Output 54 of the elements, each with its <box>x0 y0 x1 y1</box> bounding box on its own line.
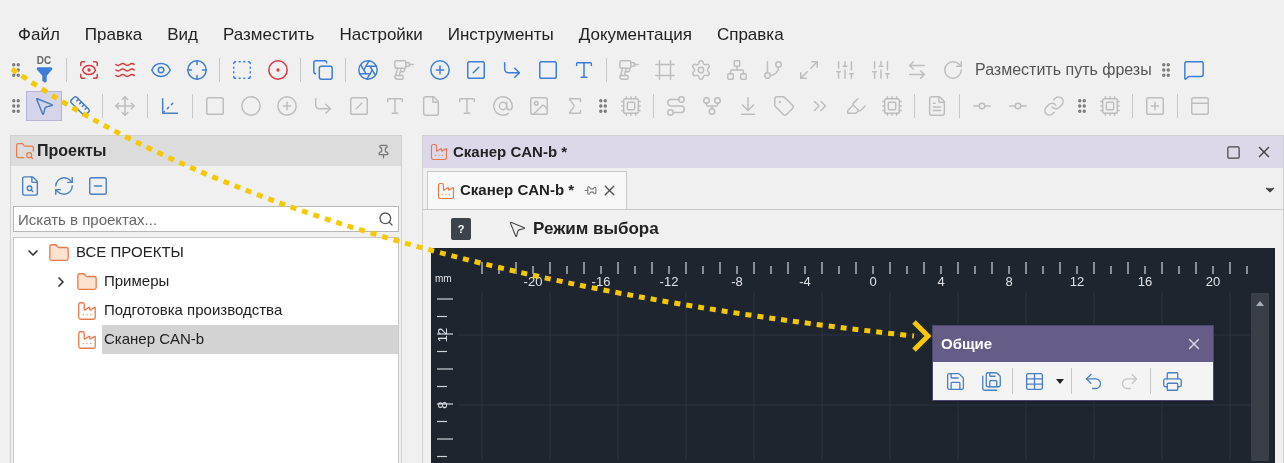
file-search-icon[interactable] <box>19 175 41 197</box>
pointer-icon <box>507 219 527 239</box>
tab-label: Сканер CAN-b * <box>460 180 575 201</box>
unit-label: mm <box>435 273 452 284</box>
ruler-label: 12 <box>1069 274 1085 289</box>
ruler-label: -8 <box>731 274 743 289</box>
factory-icon <box>429 142 449 162</box>
help-icon[interactable]: ? <box>451 218 471 240</box>
ruler-label: -4 <box>799 274 811 289</box>
ruler-label: 20 <box>1205 274 1221 289</box>
ruler-label: -12 <box>659 274 679 289</box>
search-field[interactable]: Искать в проектах... <box>13 206 399 232</box>
scrollbar[interactable] <box>1251 293 1269 461</box>
tree-item[interactable]: Сканер CAN-b <box>102 325 398 354</box>
refresh-icon[interactable] <box>53 175 75 197</box>
tree-item[interactable]: Подготовка производства <box>102 296 285 325</box>
factory-icon <box>76 299 98 322</box>
mode-label: Режим выбора <box>533 218 659 241</box>
ruler-label: 8 <box>1005 274 1013 289</box>
menu-item[interactable]: Разместить <box>223 22 315 50</box>
factory-icon <box>436 180 456 201</box>
ruler-label: 16 <box>1137 274 1153 289</box>
maximize-icon[interactable] <box>1226 144 1241 160</box>
menu-item[interactable]: Файл <box>18 22 60 50</box>
ruler-label: -20 <box>523 274 543 289</box>
menu-item[interactable]: Инструменты <box>447 22 554 50</box>
toolbar-button[interactable]: DC <box>26 54 62 85</box>
folder-icon <box>76 270 98 293</box>
document-tab[interactable]: Сканер CAN-b * <box>427 171 628 209</box>
panel-title: Проекты <box>37 141 108 161</box>
menu-item[interactable]: Настройки <box>339 22 423 50</box>
ruler-label: 4 <box>937 274 945 289</box>
toolbar-button[interactable] <box>26 90 62 121</box>
toolbar-title: Общие <box>941 333 994 354</box>
pin-icon[interactable] <box>376 143 391 159</box>
tree-item[interactable]: ВСЕ ПРОЕКТЫ <box>74 238 186 267</box>
filter-label: DC <box>36 56 52 66</box>
ruler-label: 0 <box>869 274 877 289</box>
ruler-label: 12 <box>435 327 450 343</box>
collapse-all-icon[interactable] <box>87 175 109 197</box>
menu-item[interactable]: Справка <box>716 22 784 50</box>
menu-item[interactable]: Вид <box>167 22 198 50</box>
search-icon[interactable] <box>378 211 394 227</box>
document-title: Сканер CAN-b * <box>453 141 569 162</box>
factory-icon <box>76 328 98 351</box>
mill-path-button[interactable]: Разместить путь фрезы <box>971 54 1156 85</box>
folder-search-icon <box>15 141 35 161</box>
tree-item[interactable]: Примеры <box>102 267 172 296</box>
folder-icon <box>48 241 70 264</box>
ruler-label: -16 <box>591 274 611 289</box>
menu-item[interactable]: Правка <box>84 22 143 50</box>
menu-item[interactable]: Документация <box>578 22 692 50</box>
pin-icon[interactable] <box>584 184 598 197</box>
ruler-label: 8 <box>435 401 450 409</box>
